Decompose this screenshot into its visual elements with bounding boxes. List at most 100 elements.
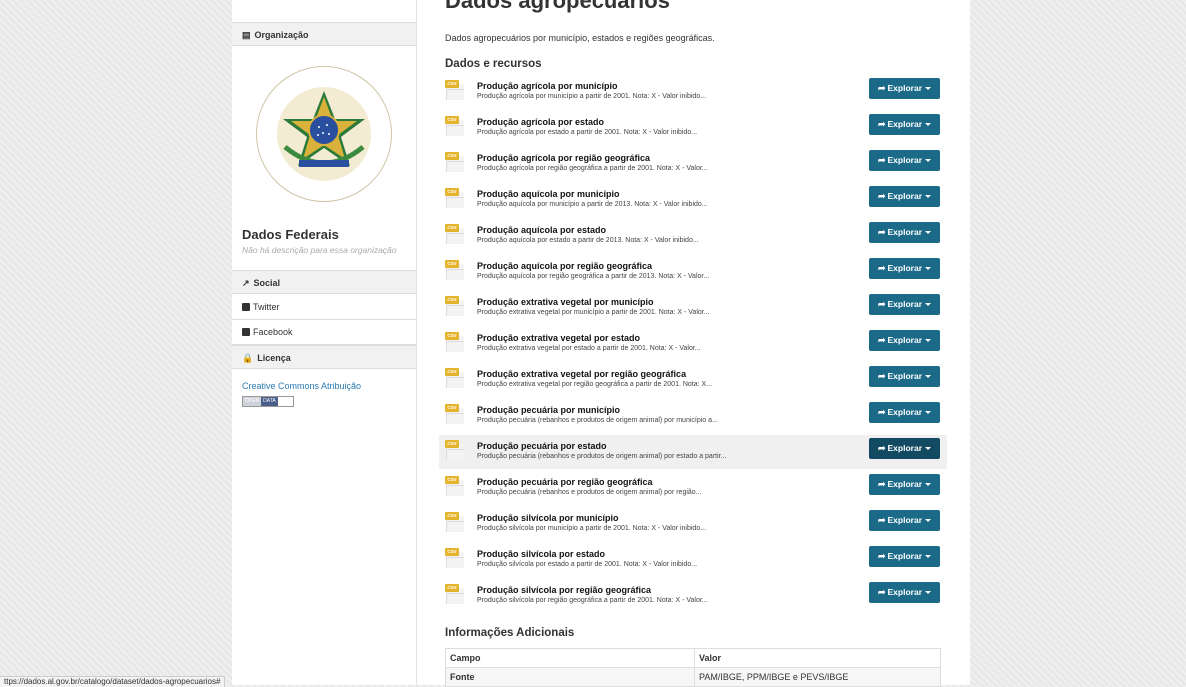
resource-title[interactable]: Produção agrícola por estado: [477, 117, 604, 127]
caret-down-icon: [925, 555, 932, 558]
share-arrow-icon: ➦: [877, 335, 886, 345]
org-logo[interactable]: [256, 66, 392, 202]
column-header-value: Valor: [694, 648, 941, 668]
explore-button[interactable]: ➦ Explorar: [869, 474, 940, 495]
explore-button[interactable]: ➦ Explorar: [869, 150, 940, 171]
resource-item[interactable]: CSV Produção aquícola por região geográf…: [439, 255, 947, 289]
resource-item[interactable]: CSV Produção pecuária por estado Produçã…: [439, 435, 947, 469]
resource-title[interactable]: Produção extrativa vegetal por estado: [477, 333, 640, 343]
org-heading: ▤ Organização: [232, 22, 416, 46]
resource-item[interactable]: CSV Produção agrícola por município Prod…: [439, 75, 947, 109]
resource-item[interactable]: CSV Produção agrícola por estado Produçã…: [439, 111, 947, 145]
explore-button[interactable]: ➦ Explorar: [869, 510, 940, 531]
column-header-field: Campo: [445, 648, 695, 668]
page-container: ▤ Organização Dados Federais Não há descr…: [232, 0, 970, 687]
explore-button[interactable]: ➦ Explorar: [869, 114, 940, 135]
open-data-badge[interactable]: OPEN DATA: [242, 396, 294, 407]
resource-description: Produção agrícola por município a partir…: [477, 93, 707, 100]
csv-format-icon: CSV: [445, 440, 464, 460]
resource-description: Produção extrativa vegetal por região ge…: [477, 381, 713, 388]
resource-item[interactable]: CSV Produção aquícola por município Prod…: [439, 183, 947, 217]
csv-format-icon: CSV: [445, 80, 464, 100]
resource-item[interactable]: CSV Produção extrativa vegetal por munic…: [439, 291, 947, 325]
resource-description: Produção extrativa vegetal por estado a …: [477, 345, 701, 352]
table-row: Fonte PAM/IBGE, PPM/IBGE e PEVS/IBGE: [445, 667, 941, 687]
social-heading: ↗ Social: [232, 270, 416, 294]
resource-description: Produção aquícola por região geográfica …: [477, 273, 710, 280]
resource-item[interactable]: CSV Produção extrativa vegetal por regiã…: [439, 363, 947, 397]
facebook-link[interactable]: Facebook: [232, 320, 416, 345]
license-link[interactable]: Creative Commons Atribuição: [242, 381, 361, 391]
explore-button[interactable]: ➦ Explorar: [869, 78, 940, 99]
explore-button[interactable]: ➦ Explorar: [869, 222, 940, 243]
resource-title[interactable]: Produção extrativa vegetal por região ge…: [477, 369, 686, 379]
share-arrow-icon: ➦: [877, 227, 886, 237]
explore-button[interactable]: ➦ Explorar: [869, 294, 940, 315]
resource-item[interactable]: CSV Produção pecuária por município Prod…: [439, 399, 947, 433]
csv-format-icon: CSV: [445, 152, 464, 172]
explore-button[interactable]: ➦ Explorar: [869, 186, 940, 207]
sidebar-divider: [416, 0, 417, 685]
resource-title[interactable]: Produção silvícola por região geográfica: [477, 585, 651, 595]
resource-item[interactable]: CSV Produção extrativa vegetal por estad…: [439, 327, 947, 361]
explore-button[interactable]: ➦ Explorar: [869, 582, 940, 603]
resource-description: Produção pecuária (rebanhos e produtos d…: [477, 417, 718, 424]
resource-title[interactable]: Produção agrícola por município: [477, 81, 618, 91]
explore-button[interactable]: ➦ Explorar: [869, 546, 940, 567]
caret-down-icon: [925, 123, 932, 126]
csv-format-icon: CSV: [445, 224, 464, 244]
resource-item[interactable]: CSV Produção pecuária por região geográf…: [439, 471, 947, 505]
resource-description: Produção aquícola por município a partir…: [477, 201, 708, 208]
resource-item[interactable]: CSV Produção silvícola por região geográ…: [439, 579, 947, 613]
csv-format-icon: CSV: [445, 260, 464, 280]
resource-item[interactable]: CSV Produção silvícola por município Pro…: [439, 507, 947, 541]
resource-item[interactable]: CSV Produção aquícola por estado Produçã…: [439, 219, 947, 253]
resource-title[interactable]: Produção silvícola por município: [477, 513, 619, 523]
caret-down-icon: [925, 87, 932, 90]
resource-description: Produção silvícola por estado a partir d…: [477, 561, 698, 568]
csv-format-icon: CSV: [445, 188, 464, 208]
share-arrow-icon: ➦: [877, 191, 886, 201]
resource-title[interactable]: Produção pecuária por região geográfica: [477, 477, 653, 487]
caret-down-icon: [925, 231, 932, 234]
resource-title[interactable]: Produção aquícola por região geográfica: [477, 261, 652, 271]
resource-item[interactable]: CSV Produção silvícola por estado Produç…: [439, 543, 947, 577]
resource-description: Produção pecuária (rebanhos e produtos d…: [477, 453, 727, 460]
resource-item[interactable]: CSV Produção agrícola por região geográf…: [439, 147, 947, 181]
resource-title[interactable]: Produção extrativa vegetal por município: [477, 297, 654, 307]
resource-title[interactable]: Produção pecuária por município: [477, 405, 620, 415]
caret-down-icon: [925, 303, 932, 306]
explore-button[interactable]: ➦ Explorar: [869, 402, 940, 423]
share-arrow-icon: ➦: [877, 587, 886, 597]
twitter-link[interactable]: Twitter: [232, 295, 416, 320]
explore-button[interactable]: ➦ Explorar: [869, 438, 940, 459]
resource-description: Produção silvícola por município a parti…: [477, 525, 707, 532]
resource-description: Produção pecuária (rebanhos e produtos d…: [477, 489, 702, 496]
lock-icon: 🔒: [242, 353, 254, 363]
resource-title[interactable]: Produção agrícola por região geográfica: [477, 153, 650, 163]
explore-button[interactable]: ➦ Explorar: [869, 330, 940, 351]
explore-button[interactable]: ➦ Explorar: [869, 366, 940, 387]
sidebar: ▤ Organização Dados Federais Não há descr…: [232, 0, 416, 685]
facebook-icon: [242, 328, 250, 336]
status-bar-url: ttps://dados.al.gov.br/catalogo/dataset/…: [0, 676, 226, 687]
resource-title[interactable]: Produção silvícola por estado: [477, 549, 605, 559]
caret-down-icon: [925, 159, 932, 162]
resource-title[interactable]: Produção aquícola por município: [477, 189, 620, 199]
org-description: Não há descrição para essa organização: [242, 245, 397, 255]
org-name[interactable]: Dados Federais: [242, 227, 339, 242]
csv-format-icon: CSV: [445, 584, 464, 604]
resource-title[interactable]: Produção pecuária por estado: [477, 441, 607, 451]
csv-format-icon: CSV: [445, 404, 464, 424]
resource-title[interactable]: Produção aquícola por estado: [477, 225, 606, 235]
caret-down-icon: [925, 447, 932, 450]
share-arrow-icon: ➦: [877, 515, 886, 525]
resource-description: Produção aquícola por estado a partir de…: [477, 237, 699, 244]
additional-info-table: Campo Valor Fonte PAM/IBGE, PPM/IBGE e P…: [445, 648, 941, 687]
caret-down-icon: [925, 267, 932, 270]
caret-down-icon: [925, 195, 932, 198]
license-heading: 🔒 Licença: [232, 345, 416, 369]
explore-button[interactable]: ➦ Explorar: [869, 258, 940, 279]
caret-down-icon: [925, 591, 932, 594]
twitter-icon: [242, 303, 250, 311]
